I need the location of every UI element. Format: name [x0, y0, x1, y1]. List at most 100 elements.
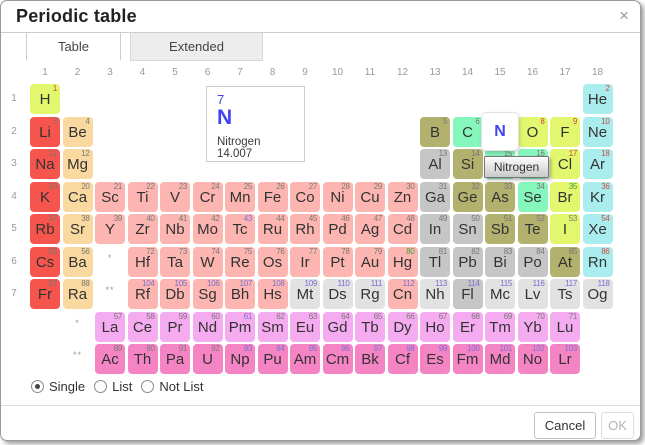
- element-cell-Li[interactable]: 3Li: [30, 117, 60, 147]
- element-cell-Ne[interactable]: 10Ne: [583, 117, 613, 147]
- element-cell-Ce[interactable]: 58Ce: [128, 312, 158, 342]
- element-cell-Pt[interactable]: 78Pt: [323, 247, 353, 277]
- element-cell-Mc[interactable]: 115Mc: [485, 279, 515, 309]
- element-cell-Og[interactable]: 118Og: [583, 279, 613, 309]
- element-cell-Ag[interactable]: 47Ag: [355, 214, 385, 244]
- element-cell-Os[interactable]: 76Os: [258, 247, 288, 277]
- element-cell-Tl[interactable]: 81Tl: [420, 247, 450, 277]
- element-cell-N[interactable]: 7N: [482, 113, 518, 150]
- element-cell-Tc[interactable]: 43Tc: [225, 214, 255, 244]
- element-cell-H[interactable]: 1H: [30, 84, 60, 114]
- element-cell-In[interactable]: 49In: [420, 214, 450, 244]
- element-cell-As[interactable]: 33As: [485, 182, 515, 212]
- element-cell-Na[interactable]: 11Na: [30, 149, 60, 179]
- element-cell-Sn[interactable]: 50Sn: [453, 214, 483, 244]
- element-cell-Hg[interactable]: 80Hg: [388, 247, 418, 277]
- element-cell-Pm[interactable]: 61Pm: [225, 312, 255, 342]
- element-cell-F[interactable]: 9F: [550, 117, 580, 147]
- element-cell-Mn[interactable]: 25Mn: [225, 182, 255, 212]
- element-cell-Rf[interactable]: 104Rf: [128, 279, 158, 309]
- tab-extended[interactable]: Extended: [130, 33, 263, 61]
- element-cell-Rh[interactable]: 45Rh: [290, 214, 320, 244]
- element-cell-La[interactable]: 57La: [95, 312, 125, 342]
- element-cell-Zn[interactable]: 30Zn: [388, 182, 418, 212]
- element-cell-Sb[interactable]: 51Sb: [485, 214, 515, 244]
- element-cell-O[interactable]: 8O: [518, 117, 548, 147]
- element-cell-Ti[interactable]: 22Ti: [128, 182, 158, 212]
- element-cell-Rn[interactable]: 86Rn: [583, 247, 613, 277]
- element-cell-Ac[interactable]: 89Ac: [95, 344, 125, 374]
- element-cell-Pb[interactable]: 82Pb: [453, 247, 483, 277]
- element-cell-Lu[interactable]: 71Lu: [550, 312, 580, 342]
- element-cell-Bi[interactable]: 83Bi: [485, 247, 515, 277]
- cancel-button[interactable]: Cancel: [534, 412, 596, 439]
- element-cell-Pa[interactable]: 91Pa: [160, 344, 190, 374]
- element-cell-Sg[interactable]: 106Sg: [193, 279, 223, 309]
- element-cell-Er[interactable]: 68Er: [453, 312, 483, 342]
- element-cell-U[interactable]: 92U: [193, 344, 223, 374]
- element-cell-Am[interactable]: 95Am: [290, 344, 320, 374]
- element-cell-Eu[interactable]: 63Eu: [290, 312, 320, 342]
- element-cell-Co[interactable]: 27Co: [290, 182, 320, 212]
- element-cell-Mo[interactable]: 42Mo: [193, 214, 223, 244]
- element-cell-Es[interactable]: 99Es: [420, 344, 450, 374]
- element-cell-K[interactable]: 19K: [30, 182, 60, 212]
- radio-list-label[interactable]: List: [112, 379, 132, 394]
- element-cell-Br[interactable]: 35Br: [550, 182, 580, 212]
- element-cell-Sm[interactable]: 62Sm: [258, 312, 288, 342]
- element-cell-Ru[interactable]: 44Ru: [258, 214, 288, 244]
- element-cell-Bh[interactable]: 107Bh: [225, 279, 255, 309]
- element-cell-Re[interactable]: 75Re: [225, 247, 255, 277]
- radio-list[interactable]: [94, 380, 107, 393]
- element-cell-Mg[interactable]: 12Mg: [63, 149, 93, 179]
- element-cell-Th[interactable]: 90Th: [128, 344, 158, 374]
- element-cell-Nh[interactable]: 113Nh: [420, 279, 450, 309]
- element-cell-Mt[interactable]: 109Mt: [290, 279, 320, 309]
- element-cell-B[interactable]: 5B: [420, 117, 450, 147]
- element-cell-Lv[interactable]: 116Lv: [518, 279, 548, 309]
- element-cell-Kr[interactable]: 36Kr: [583, 182, 613, 212]
- element-cell-Ca[interactable]: 20Ca: [63, 182, 93, 212]
- element-cell-Bk[interactable]: 97Bk: [355, 344, 385, 374]
- radio-not-list[interactable]: [141, 380, 154, 393]
- element-cell-Hf[interactable]: 72Hf: [128, 247, 158, 277]
- radio-single[interactable]: [31, 380, 44, 393]
- element-cell-Yb[interactable]: 70Yb: [518, 312, 548, 342]
- element-cell-Pu[interactable]: 94Pu: [258, 344, 288, 374]
- element-cell-Cd[interactable]: 48Cd: [388, 214, 418, 244]
- element-cell-Dy[interactable]: 66Dy: [388, 312, 418, 342]
- tab-table[interactable]: Table: [26, 33, 121, 61]
- element-cell-Nb[interactable]: 41Nb: [160, 214, 190, 244]
- element-cell-Sc[interactable]: 21Sc: [95, 182, 125, 212]
- element-cell-Cl[interactable]: 17Cl: [550, 149, 580, 179]
- element-cell-Cm[interactable]: 96Cm: [323, 344, 353, 374]
- element-cell-Y[interactable]: 39Y: [95, 214, 125, 244]
- ok-button[interactable]: OK: [601, 412, 634, 439]
- element-cell-Se[interactable]: 34Se: [518, 182, 548, 212]
- element-cell-Db[interactable]: 105Db: [160, 279, 190, 309]
- element-cell-Cn[interactable]: 112Cn: [388, 279, 418, 309]
- element-cell-Fm[interactable]: 100Fm: [453, 344, 483, 374]
- element-cell-Ga[interactable]: 31Ga: [420, 182, 450, 212]
- element-cell-I[interactable]: 53I: [550, 214, 580, 244]
- element-cell-Si[interactable]: 14Si: [453, 149, 483, 179]
- element-cell-Zr[interactable]: 40Zr: [128, 214, 158, 244]
- radio-single-label[interactable]: Single: [49, 379, 85, 394]
- element-cell-Md[interactable]: 101Md: [485, 344, 515, 374]
- element-cell-Rb[interactable]: 37Rb: [30, 214, 60, 244]
- element-cell-Ds[interactable]: 110Ds: [323, 279, 353, 309]
- element-cell-V[interactable]: 23V: [160, 182, 190, 212]
- element-cell-Pr[interactable]: 59Pr: [160, 312, 190, 342]
- element-cell-Ra[interactable]: 88Ra: [63, 279, 93, 309]
- element-cell-He[interactable]: 2He: [583, 84, 613, 114]
- element-cell-Fe[interactable]: 26Fe: [258, 182, 288, 212]
- element-cell-Po[interactable]: 84Po: [518, 247, 548, 277]
- element-cell-Np[interactable]: 93Np: [225, 344, 255, 374]
- element-cell-Tb[interactable]: 65Tb: [355, 312, 385, 342]
- element-cell-Fr[interactable]: 87Fr: [30, 279, 60, 309]
- element-cell-Tm[interactable]: 69Tm: [485, 312, 515, 342]
- element-cell-Te[interactable]: 52Te: [518, 214, 548, 244]
- element-cell-Sr[interactable]: 38Sr: [63, 214, 93, 244]
- element-cell-Ni[interactable]: 28Ni: [323, 182, 353, 212]
- element-cell-Ts[interactable]: 117Ts: [550, 279, 580, 309]
